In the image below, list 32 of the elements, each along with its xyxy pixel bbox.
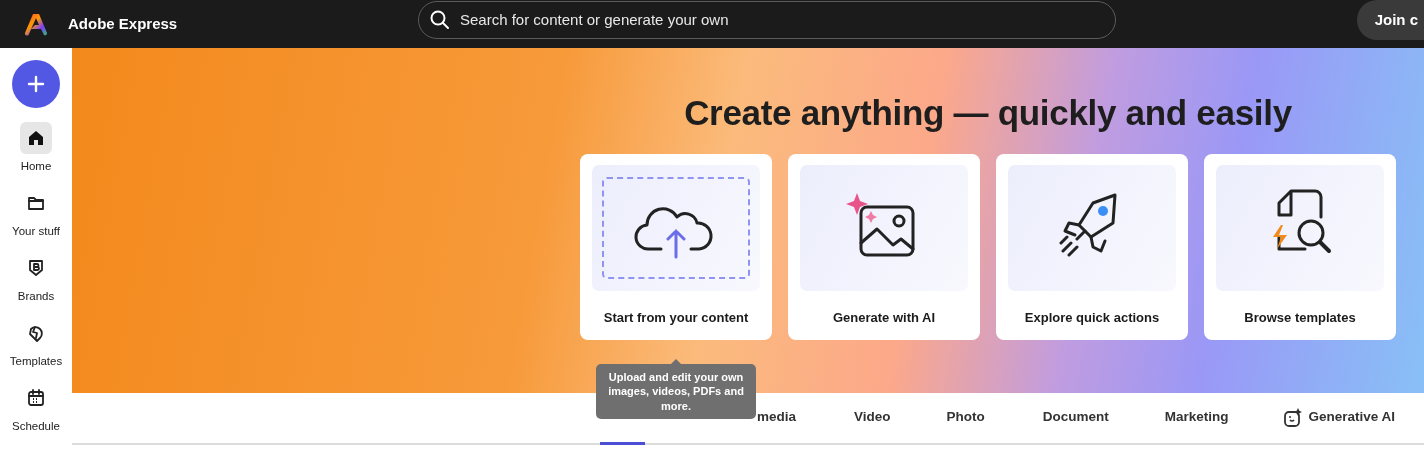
card-label: Start from your content [603, 309, 749, 327]
sidebar-item[interactable]: Home [20, 122, 52, 187]
card-label: Browse templates [1244, 309, 1356, 327]
category-tab[interactable]: Document [1042, 393, 1109, 445]
join-button[interactable]: Join c [1356, 0, 1424, 40]
calendar-icon [26, 388, 46, 408]
category-tab[interactable]: Photo [946, 393, 985, 445]
templates-icon [26, 323, 46, 343]
logo-icon[interactable] [24, 12, 48, 36]
search-icon [430, 10, 450, 30]
tooltip-text: Upload and edit your own images, videos, PDFs and more. [608, 371, 744, 412]
create-button[interactable] [12, 60, 60, 108]
card-label: Generate with AI [832, 309, 936, 327]
plus-icon [27, 75, 45, 93]
action-card[interactable]: Start from your content [580, 154, 772, 340]
action-card[interactable]: Browse templates [1204, 154, 1396, 340]
card-label: Explore quick actions [1024, 309, 1160, 327]
category-tab[interactable]: Marketing [1164, 393, 1229, 445]
category-tab[interactable]: Generative AI [1282, 393, 1396, 445]
hero-heading: Create anything — quickly and easily [683, 92, 1293, 134]
sidebar-item[interactable]: Templates [9, 317, 63, 382]
search-field[interactable]: Search for content or generate your own [418, 1, 1116, 39]
sidebar-item[interactable]: Schedule [12, 382, 60, 447]
home-icon [26, 128, 46, 148]
action-card[interactable]: Generate with AI [788, 154, 980, 340]
brand-icon [26, 258, 46, 278]
action-card[interactable]: Explore quick actions [996, 154, 1188, 340]
sparkle-icon [1282, 407, 1303, 428]
category-tab[interactable]: Video [854, 393, 891, 445]
app-name: Adobe Express [68, 13, 178, 34]
sidebar-item[interactable]: Brands [17, 252, 55, 317]
sidebar-item[interactable]: Your stuff [12, 187, 60, 252]
